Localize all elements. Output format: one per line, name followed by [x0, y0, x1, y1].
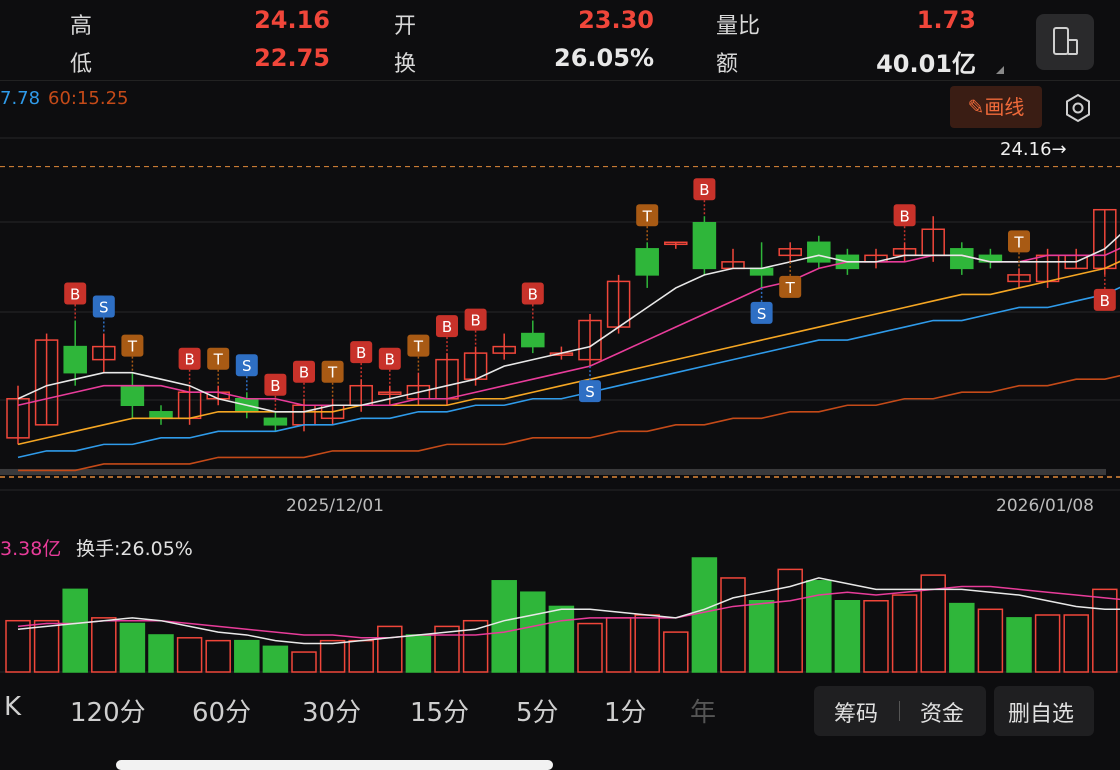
volume-value-label: 3.38亿	[0, 538, 62, 560]
volume-bar	[777, 568, 803, 673]
signal-text: T	[413, 338, 424, 356]
period-tab-5m[interactable]: 5分	[516, 692, 559, 729]
candle	[807, 241, 831, 263]
signal-text: S	[99, 299, 109, 317]
volume-bar	[720, 577, 746, 673]
volume-bar	[748, 600, 775, 673]
signal-text: B	[299, 364, 309, 382]
volume-bar	[806, 580, 832, 673]
chips-button[interactable]: 筹码	[834, 696, 878, 728]
period-tab-1m[interactable]: 1分	[604, 692, 647, 729]
volume-bar	[1006, 617, 1032, 673]
candle	[149, 411, 173, 420]
signal-text: B	[1100, 292, 1110, 310]
period-tab-year[interactable]: 年	[690, 692, 716, 729]
signal-text: B	[70, 286, 80, 304]
volume-bar	[548, 605, 575, 673]
date-label-left: 2025/12/01	[286, 496, 384, 516]
volume-bar	[262, 645, 289, 673]
period-tab-30m[interactable]: 30分	[302, 692, 361, 729]
volume-bar	[234, 639, 260, 673]
volume-bar	[1092, 588, 1118, 673]
volume-bar	[462, 619, 489, 673]
volume-bar	[176, 637, 203, 673]
signal-text: B	[270, 377, 280, 395]
signal-text: T	[327, 364, 338, 382]
volume-bar	[1034, 614, 1061, 673]
volume-bar	[977, 608, 1004, 673]
volume-bar	[663, 631, 689, 673]
volume-bar	[949, 602, 975, 673]
signal-text: T	[642, 207, 653, 225]
funds-button[interactable]: 资金	[920, 696, 964, 728]
volume-bar	[577, 622, 603, 673]
signal-text: T	[1013, 233, 1024, 251]
signal-text: B	[470, 312, 480, 330]
signal-text: T	[127, 338, 138, 356]
date-label-right: 2026/01/08	[996, 496, 1094, 516]
signal-text: B	[699, 181, 709, 199]
volume-bar	[834, 600, 861, 673]
period-tab-120m[interactable]: 120分	[70, 692, 146, 729]
period-tab-k[interactable]: K	[4, 692, 21, 722]
volume-bar	[119, 622, 146, 673]
volume-bar	[891, 594, 918, 673]
high-price-marker: 24.16→	[1000, 139, 1067, 160]
signal-text: S	[757, 305, 767, 323]
volume-bar	[434, 625, 460, 673]
signal-text: T	[785, 279, 796, 297]
candle	[63, 345, 87, 374]
volume-bar	[291, 651, 317, 673]
signal-text: T	[213, 351, 224, 369]
signal-text: S	[242, 357, 252, 375]
volume-ma-a	[17, 577, 1120, 645]
volume-bar	[377, 625, 403, 673]
candle	[263, 417, 288, 426]
volume-bar	[91, 617, 117, 673]
signal-text: B	[184, 351, 194, 369]
volume-bar	[863, 600, 889, 673]
candlestick-chart[interactable]: BSTB T SBB TB BTB BBSTBSTBTB	[0, 0, 1120, 520]
volume-bar	[634, 614, 660, 673]
delete-watchlist-button[interactable]: 删自选	[1008, 696, 1074, 728]
volume-bar	[348, 639, 374, 673]
period-tab-60m[interactable]: 60分	[192, 692, 251, 729]
signal-text: B	[442, 318, 452, 336]
button-divider	[899, 701, 900, 721]
signal-text: B	[528, 286, 538, 304]
volume-ma-b	[17, 585, 1120, 639]
candle	[692, 221, 717, 270]
signal-text: B	[356, 344, 366, 362]
signal-text: B	[899, 207, 909, 225]
home-indicator	[116, 760, 553, 770]
candle	[120, 384, 145, 407]
volume-bar	[205, 639, 231, 673]
signal-text: S	[585, 383, 595, 401]
volume-bar	[691, 557, 718, 673]
candle	[749, 267, 774, 276]
candle	[521, 332, 545, 348]
turnover-legend: 换手:26.05%	[76, 538, 193, 560]
signal-text: B	[385, 351, 395, 369]
volume-bar	[148, 634, 174, 673]
period-tab-15m[interactable]: 15分	[410, 692, 469, 729]
volume-bar	[62, 588, 88, 673]
volume-bar	[33, 619, 60, 673]
volume-bar	[405, 634, 432, 673]
current-price-band	[0, 468, 1106, 475]
candle	[950, 248, 974, 270]
volume-bar	[491, 580, 517, 673]
volume-bar	[5, 619, 31, 673]
volume-bar	[319, 639, 346, 673]
volume-bar	[520, 591, 546, 673]
volume-bar	[1063, 614, 1089, 673]
candle	[635, 248, 659, 276]
moving-average-ma60	[18, 374, 1120, 472]
volume-bar	[605, 617, 632, 673]
volume-bar	[920, 574, 946, 673]
